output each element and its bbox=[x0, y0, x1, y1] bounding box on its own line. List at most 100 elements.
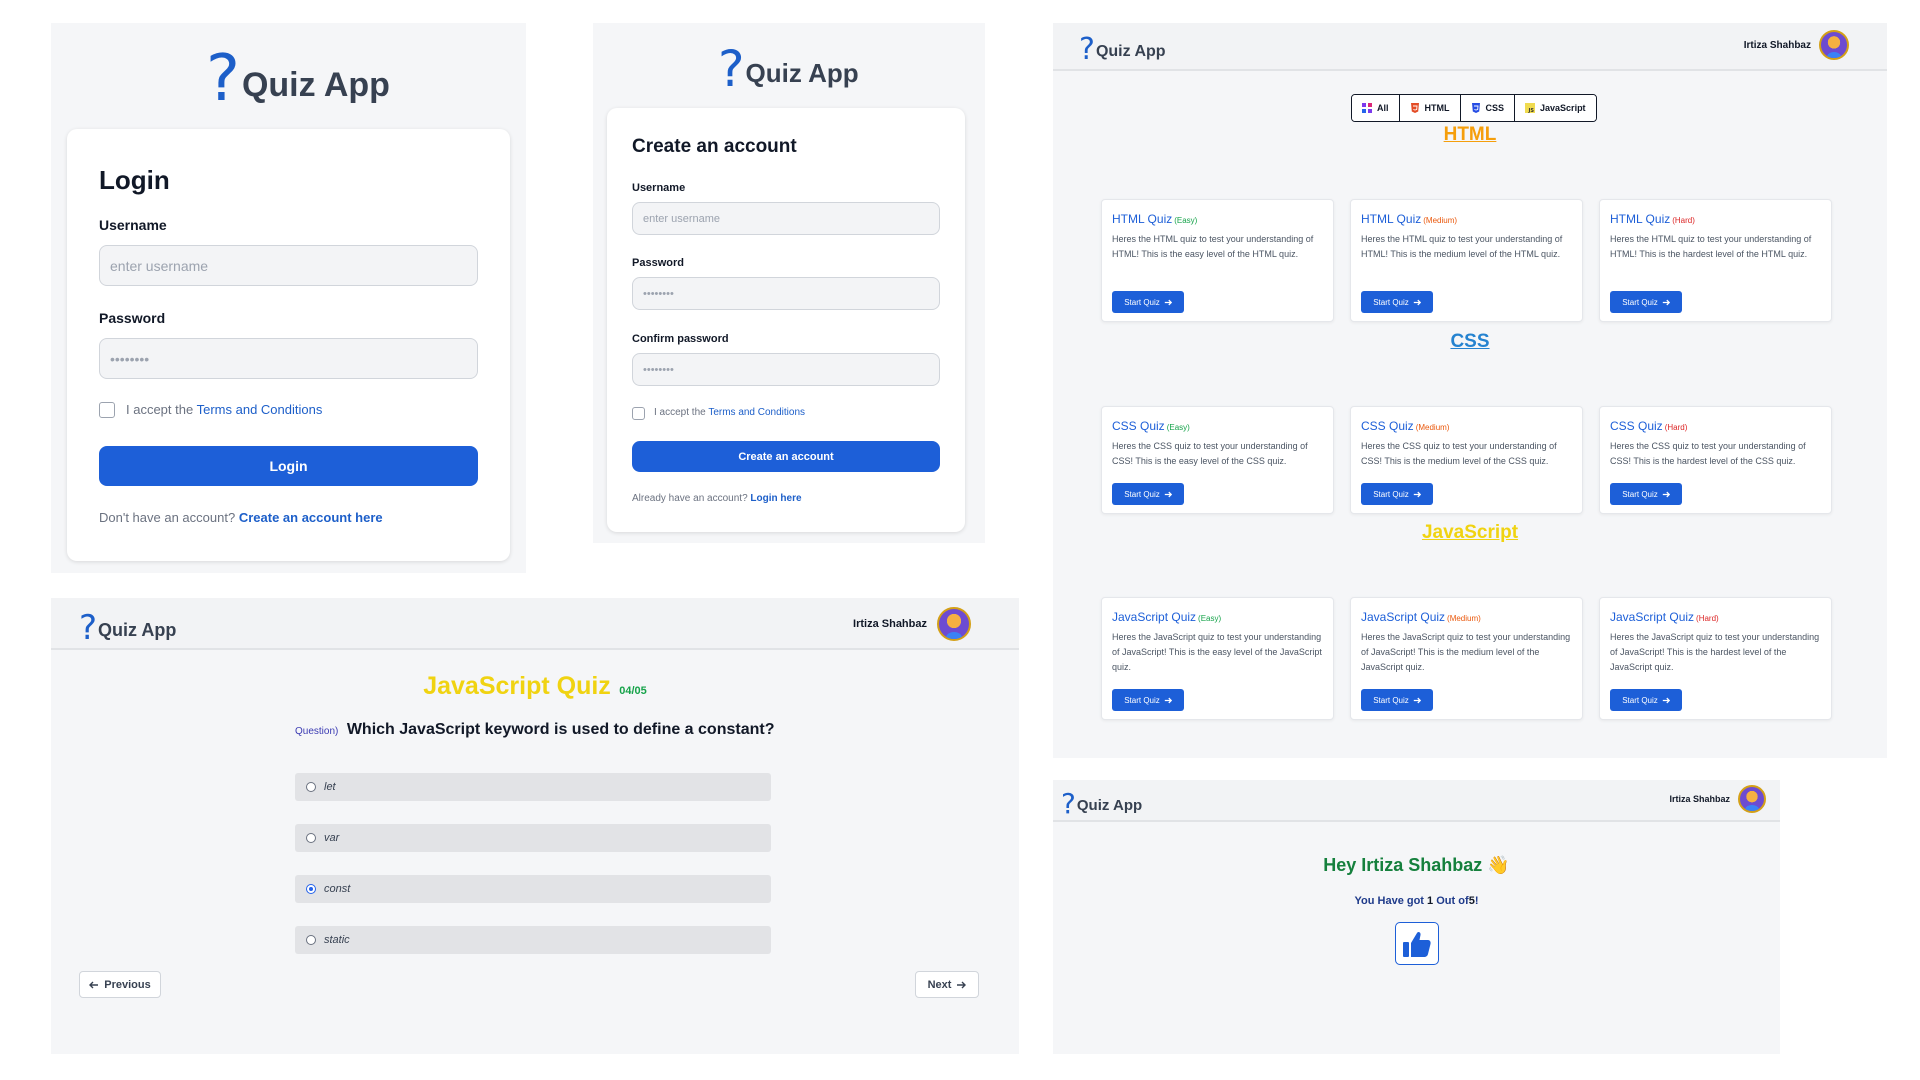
arrow-right-icon bbox=[1662, 491, 1670, 497]
answer-option-selected[interactable]: const bbox=[295, 875, 771, 903]
answer-option[interactable]: let bbox=[295, 773, 771, 801]
start-quiz-button[interactable]: Start Quiz bbox=[1610, 291, 1682, 313]
quiz-name: CSS Quiz bbox=[1112, 419, 1165, 433]
start-quiz-label: Start Quiz bbox=[1124, 297, 1160, 307]
start-quiz-button[interactable]: Start Quiz bbox=[1361, 291, 1433, 313]
arrow-right-icon bbox=[1662, 697, 1670, 703]
radio-button[interactable] bbox=[306, 782, 316, 792]
username-input[interactable] bbox=[99, 245, 478, 286]
user-menu[interactable]: Irtiza Shahbaz bbox=[1744, 30, 1849, 60]
start-quiz-button[interactable]: Start Quiz bbox=[1610, 689, 1682, 711]
option-label: const bbox=[324, 883, 351, 895]
confirm-password-label: Confirm password bbox=[632, 333, 729, 345]
username-label: Username bbox=[632, 182, 686, 194]
start-quiz-button[interactable]: Start Quiz bbox=[1610, 483, 1682, 505]
terms-prefix: I accept the bbox=[654, 407, 706, 418]
question-mark-icon: ? bbox=[718, 40, 745, 98]
radio-button[interactable] bbox=[306, 935, 316, 945]
login-link[interactable]: Login here bbox=[750, 493, 801, 504]
filter-html-button[interactable]: HTML bbox=[1399, 95, 1461, 121]
quiz-card-title: JavaScript Quiz (Easy) bbox=[1112, 610, 1221, 624]
filter-label: JavaScript bbox=[1540, 103, 1586, 113]
next-button[interactable]: Next bbox=[915, 971, 979, 998]
user-name: Irtiza Shahbaz bbox=[1743, 39, 1811, 51]
thumbs-up-icon bbox=[1395, 922, 1439, 965]
username-input[interactable] bbox=[632, 202, 940, 235]
radio-button[interactable] bbox=[306, 833, 316, 843]
login-card: Login Username Password I accept the Ter… bbox=[67, 129, 510, 561]
create-account-link[interactable]: Create an account here bbox=[239, 510, 383, 525]
terms-text: I accept the Terms and Conditions bbox=[126, 402, 322, 417]
quiz-card-title: JavaScript Quiz (Hard) bbox=[1610, 610, 1719, 624]
quiz-heading: JavaScript Quiz 04/05 bbox=[51, 672, 1019, 701]
quiz-catalog-screen: ? Quiz App Irtiza Shahbaz All HTML CSS J… bbox=[1053, 23, 1887, 758]
app-logo[interactable]: ? Quiz App bbox=[1079, 31, 1166, 65]
quiz-card: JavaScript Quiz (Hard) Heres the JavaScrip… bbox=[1599, 597, 1832, 720]
arrow-right-icon bbox=[957, 981, 967, 988]
radio-button-selected[interactable] bbox=[306, 884, 316, 894]
terms-link[interactable]: Terms and Conditions bbox=[708, 407, 805, 418]
quiz-card-title: CSS Quiz (Medium) bbox=[1361, 419, 1449, 433]
app-name: Quiz App bbox=[241, 66, 390, 104]
terms-text: I accept the Terms and Conditions bbox=[654, 407, 805, 418]
start-quiz-button[interactable]: Start Quiz bbox=[1112, 483, 1184, 505]
start-quiz-button[interactable]: Start Quiz bbox=[1361, 483, 1433, 505]
filter-css-button[interactable]: CSS bbox=[1460, 95, 1516, 121]
question-mark-icon: ? bbox=[79, 608, 98, 648]
terms-checkbox[interactable] bbox=[99, 402, 115, 418]
create-account-button[interactable]: Create an account bbox=[632, 441, 940, 472]
filter-all-button[interactable]: All bbox=[1352, 95, 1400, 121]
previous-button[interactable]: Previous bbox=[79, 971, 161, 998]
login-button[interactable]: Login bbox=[99, 446, 478, 486]
quiz-card: CSS Quiz (Easy) Heres the CSS quiz to test… bbox=[1101, 406, 1334, 514]
password-label: Password bbox=[99, 310, 166, 326]
quiz-card-description: Heres the HTML quiz to test your underst… bbox=[1112, 234, 1314, 259]
difficulty-badge: (Medium) bbox=[1415, 423, 1450, 432]
css3-icon bbox=[1471, 103, 1480, 113]
difficulty-badge: (Easy) bbox=[1174, 216, 1198, 225]
start-quiz-button[interactable]: Start Quiz bbox=[1361, 689, 1433, 711]
avatar bbox=[1819, 30, 1849, 60]
password-input[interactable] bbox=[99, 338, 478, 379]
option-label: static bbox=[324, 934, 350, 946]
quiz-card-description: Heres the JavaScript quiz to test your u… bbox=[1112, 632, 1322, 672]
user-menu[interactable]: Irtiza Shahbaz bbox=[853, 607, 971, 641]
section-heading: CSS bbox=[1450, 331, 1490, 352]
quiz-card: HTML Quiz (Easy) Heres the HTML quiz to te… bbox=[1101, 199, 1334, 322]
create-footer-prefix: Already have an account? bbox=[632, 493, 748, 504]
start-quiz-button[interactable]: Start Quiz bbox=[1112, 689, 1184, 711]
terms-checkbox[interactable] bbox=[632, 407, 645, 420]
quiz-card-description: Heres the JavaScript quiz to test your u… bbox=[1361, 632, 1571, 672]
svg-text:JS: JS bbox=[1528, 108, 1535, 113]
login-title: Login bbox=[99, 165, 170, 195]
terms-link[interactable]: Terms and Conditions bbox=[197, 402, 323, 417]
grid-icon bbox=[1362, 103, 1372, 113]
start-quiz-button[interactable]: Start Quiz bbox=[1112, 291, 1184, 313]
quiz-card-description: Heres the JavaScript quiz to test your u… bbox=[1610, 632, 1820, 672]
quiz-card-title: HTML Quiz (Easy) bbox=[1112, 212, 1197, 226]
app-logo[interactable]: ? Quiz App bbox=[79, 607, 176, 645]
login-screen: ? Quiz App Login Username Password I acc… bbox=[51, 23, 526, 573]
app-logo[interactable]: ? Quiz App bbox=[1061, 786, 1142, 818]
quiz-card-description: Heres the CSS quiz to test your understa… bbox=[1361, 441, 1557, 466]
arrow-right-icon bbox=[1413, 491, 1421, 497]
next-label: Next bbox=[927, 978, 952, 991]
quiz-card: CSS Quiz (Hard) Heres the CSS quiz to test… bbox=[1599, 406, 1832, 514]
quiz-name: JavaScript Quiz bbox=[1361, 610, 1446, 624]
navbar: ? Quiz App Irtiza Shahbaz bbox=[1053, 780, 1780, 822]
arrow-right-icon bbox=[1662, 299, 1670, 305]
answer-option[interactable]: var bbox=[295, 824, 771, 852]
quiz-card: HTML Quiz (Hard) Heres the HTML quiz to te… bbox=[1599, 199, 1832, 322]
create-account-title: Create an account bbox=[632, 136, 797, 157]
quiz-name: JavaScript Quiz bbox=[1610, 610, 1695, 624]
difficulty-badge: (Medium) bbox=[1447, 614, 1481, 623]
password-input[interactable] bbox=[632, 277, 940, 310]
confirm-password-input[interactable] bbox=[632, 353, 940, 386]
quiz-name: CSS Quiz bbox=[1361, 419, 1414, 433]
previous-label: Previous bbox=[104, 978, 151, 991]
answer-option[interactable]: static bbox=[295, 926, 771, 954]
start-quiz-label: Start Quiz bbox=[1622, 695, 1658, 705]
filter-javascript-button[interactable]: JS JavaScript bbox=[1515, 95, 1596, 121]
quiz-card-title: HTML Quiz (Medium) bbox=[1361, 212, 1457, 226]
user-menu[interactable]: Irtiza Shahbaz bbox=[1669, 785, 1766, 813]
